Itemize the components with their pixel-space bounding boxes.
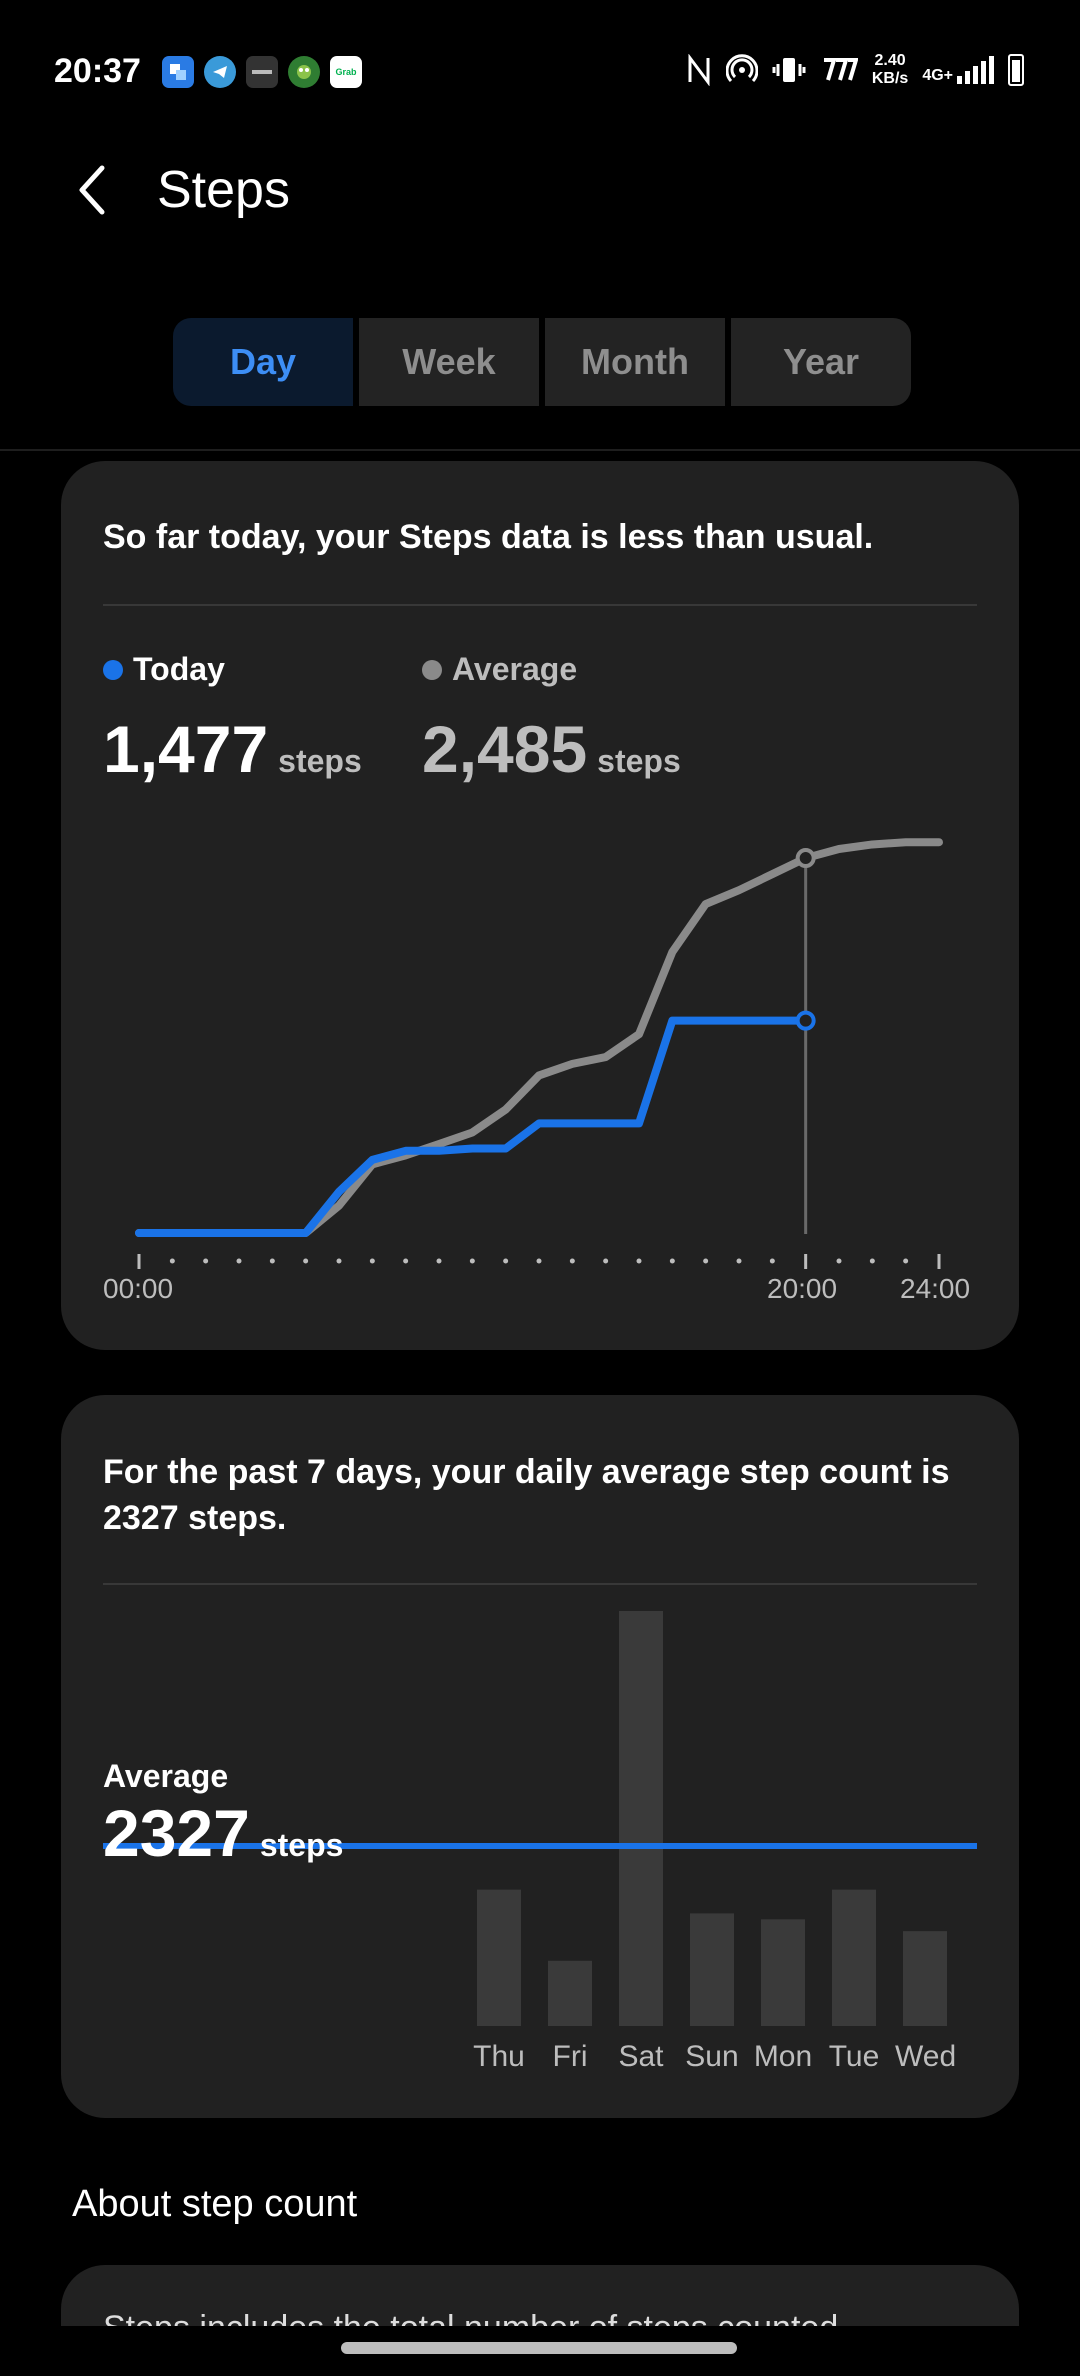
bar-fri xyxy=(548,1960,592,2026)
tab-month[interactable]: Month xyxy=(545,318,725,406)
day-label-sat: Sat xyxy=(618,2040,664,2073)
weekly-average-label: Average xyxy=(103,1758,229,1794)
x-tick-dot xyxy=(236,1258,242,1264)
tab-week[interactable]: Week xyxy=(359,318,539,406)
x-tick-dot xyxy=(769,1258,775,1264)
x-tick-dot xyxy=(636,1258,642,1264)
x-tick-dot xyxy=(603,1258,609,1264)
x-tick-dot xyxy=(469,1258,475,1264)
day-label-mon: Mon xyxy=(753,2040,813,2073)
grab-icon: Grab xyxy=(330,56,362,88)
x-tick-dot xyxy=(669,1258,675,1264)
weekly-average: 2327 steps xyxy=(103,1795,343,1871)
bar-sun xyxy=(690,1913,734,2026)
day-label-fri: Fri xyxy=(552,2040,588,2073)
bar-thu xyxy=(477,1889,521,2026)
x-tick-dot xyxy=(403,1258,409,1264)
app-icon-dark xyxy=(246,56,278,88)
telegram-icon xyxy=(204,56,236,88)
header-divider xyxy=(0,449,1080,451)
x-tick-dot xyxy=(903,1258,909,1264)
weekly-average-unit: steps xyxy=(259,1827,344,1863)
x-tick-dot xyxy=(536,1258,542,1264)
x-tick-dot xyxy=(336,1258,342,1264)
today-series-line xyxy=(135,1016,810,1237)
app-icon-blue xyxy=(162,56,194,88)
notification-icons: Grab xyxy=(162,56,362,88)
chevron-left-icon[interactable] xyxy=(66,160,114,220)
day-label-wed: Wed xyxy=(895,2040,957,2073)
x-tick-dot xyxy=(369,1258,375,1264)
x-tick-dot xyxy=(569,1258,575,1264)
x-tick-label: 24:00 xyxy=(900,1273,971,1304)
tab-year[interactable]: Year xyxy=(731,318,911,406)
network-type: 4G+ xyxy=(922,67,953,84)
day-label-tue: Tue xyxy=(828,2040,880,2073)
weekly-bar-chart xyxy=(103,1611,977,2026)
x-tick-dot xyxy=(703,1258,709,1264)
status-bar: 20:37 Grab 2.40 KB/s 4G+ xyxy=(0,0,1080,140)
day-label-sun: Sun xyxy=(685,2040,739,2073)
today-current-point xyxy=(795,1010,816,1031)
x-tick-dot xyxy=(303,1258,309,1264)
x-tick-dot xyxy=(736,1258,742,1264)
bar-mon xyxy=(761,1919,805,2026)
signal-icon xyxy=(957,56,994,84)
battery-icon xyxy=(1008,54,1024,86)
bar-sat xyxy=(619,1611,663,2026)
page-title: Steps xyxy=(157,161,290,219)
x-tick-dot xyxy=(203,1258,209,1264)
weekly-average-value: 2327 xyxy=(103,1796,250,1870)
steps-line-chart xyxy=(135,838,943,1269)
x-tick-dot xyxy=(436,1258,442,1264)
x-tick-label: 00:00 xyxy=(103,1273,174,1304)
bar-wed xyxy=(903,1931,947,2026)
vibrate-icon xyxy=(772,58,806,82)
about-heading: About step count xyxy=(72,2183,358,2225)
weekly-steps-card[interactable]: For the past 7 days, your daily average … xyxy=(61,1395,1019,2118)
period-tabs: Day Week Month Year xyxy=(173,318,911,406)
nfc-icon xyxy=(688,54,710,86)
hotspot-icon xyxy=(725,54,758,83)
today-steps-card[interactable]: So far today, your Steps data is less th… xyxy=(61,461,1019,1350)
average-series-line xyxy=(135,838,943,1237)
status-time: 20:37 xyxy=(54,52,141,90)
x-tick-dot xyxy=(503,1258,509,1264)
day-label-thu: Thu xyxy=(473,2040,525,2073)
x-tick-dot xyxy=(169,1258,175,1264)
x-tick-label: 20:00 xyxy=(767,1273,838,1304)
home-indicator[interactable] xyxy=(341,2342,737,2354)
bar-tue xyxy=(832,1889,876,2026)
network-speed: 2.40 KB/s xyxy=(871,52,909,87)
average-current-point xyxy=(795,848,816,869)
x-tick-dot xyxy=(836,1258,842,1264)
x-tick-dot xyxy=(869,1258,875,1264)
x-tick-dot xyxy=(269,1258,275,1264)
app-icon-green xyxy=(288,56,320,88)
tab-day[interactable]: Day xyxy=(173,318,353,406)
speed-icon xyxy=(823,58,858,81)
